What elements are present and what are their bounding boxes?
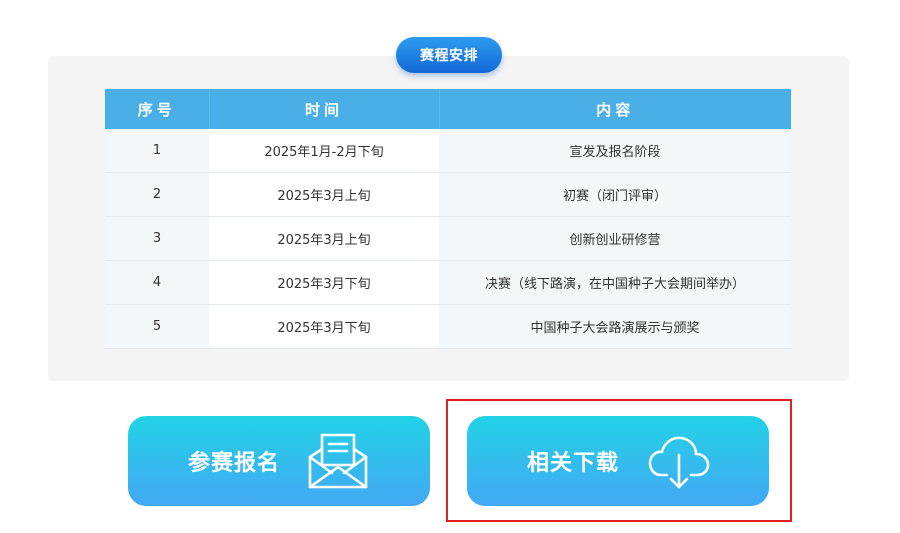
header-time: 时间 xyxy=(209,89,440,129)
row-content: 宣发及报名阶段 xyxy=(439,129,791,173)
page: 赛程安排 序号 时间 内容 1 2025年1月-2月下旬 宣发及报名阶段 2 2… xyxy=(0,0,900,533)
row-no: 2 xyxy=(105,172,209,217)
row-no: 4 xyxy=(105,260,209,305)
row-time: 2025年3月上旬 xyxy=(209,172,439,217)
table-row: 2 2025年3月上旬 初赛（闭门评审） xyxy=(105,172,791,217)
envelope-icon xyxy=(308,433,368,489)
section-title-pill: 赛程安排 xyxy=(396,37,502,73)
table-header-row: 序号 时间 内容 xyxy=(105,89,791,129)
table-row: 3 2025年3月上旬 创新创业研修营 xyxy=(105,216,791,261)
row-time: 2025年1月-2月下旬 xyxy=(209,129,439,173)
table-row: 1 2025年1月-2月下旬 宣发及报名阶段 xyxy=(105,129,791,173)
row-no: 5 xyxy=(105,304,209,349)
row-content: 中国种子大会路演展示与颁奖 xyxy=(439,304,791,349)
row-time: 2025年3月下旬 xyxy=(209,304,439,349)
download-button[interactable]: 相关下载 xyxy=(467,416,769,506)
header-content: 内容 xyxy=(439,89,791,129)
row-time: 2025年3月下旬 xyxy=(209,260,439,305)
signup-button[interactable]: 参赛报名 xyxy=(128,416,430,506)
header-no: 序号 xyxy=(105,89,210,129)
table-row: 4 2025年3月下旬 决赛（线下路演，在中国种子大会期间举办） xyxy=(105,260,791,305)
cloud-download-icon xyxy=(648,436,710,489)
row-no: 3 xyxy=(105,216,209,261)
row-content: 决赛（线下路演，在中国种子大会期间举办） xyxy=(439,260,791,305)
table-row: 5 2025年3月下旬 中国种子大会路演展示与颁奖 xyxy=(105,304,791,349)
row-no: 1 xyxy=(105,129,209,173)
download-button-label: 相关下载 xyxy=(527,451,620,476)
schedule-table: 序号 时间 内容 1 2025年1月-2月下旬 宣发及报名阶段 2 2025年3… xyxy=(105,89,791,349)
signup-button-label: 参赛报名 xyxy=(188,451,281,476)
row-content: 初赛（闭门评审） xyxy=(439,172,791,217)
row-time: 2025年3月上旬 xyxy=(209,216,439,261)
row-content: 创新创业研修营 xyxy=(439,216,791,261)
